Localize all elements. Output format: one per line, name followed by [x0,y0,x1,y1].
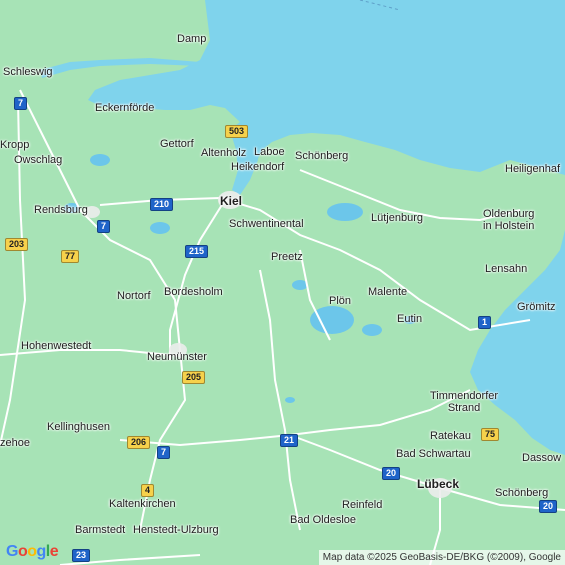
place-label[interactable]: zehoe [0,437,30,449]
place-label[interactable]: Grömitz [517,301,556,313]
road-shield: 21 [280,434,299,447]
place-label[interactable]: Heiligenhaf [505,163,560,175]
logo-letter: G [6,543,18,560]
road-shield: 205 [182,371,206,384]
place-label[interactable]: Heikendorf [231,161,284,173]
place-label[interactable]: Gettorf [160,138,194,150]
place-label[interactable]: Schönberg [495,487,548,499]
place-label[interactable]: Eutin [397,313,422,325]
place-label[interactable]: Bad Oldesloe [290,514,356,526]
place-label[interactable]: Lensahn [485,263,527,275]
place-label[interactable]: Preetz [271,251,303,263]
place-label[interactable]: Owschlag [14,154,62,166]
google-logo[interactable]: Google [6,543,59,561]
logo-letter: o [27,543,37,560]
place-label[interactable]: Nortorf [117,290,151,302]
road-shield: 503 [225,125,249,138]
place-label[interactable]: Hohenwestedt [21,340,91,352]
road-shield: 77 [61,250,80,263]
road-shield: 215 [185,245,209,258]
place-label[interactable]: Schleswig [3,66,53,78]
road-shield: 210 [150,198,174,211]
map-attribution[interactable]: Map data ©2025 GeoBasis-DE/BKG (©2009), … [318,550,565,565]
road-shield: 23 [72,549,91,562]
road-shield: 7 [97,220,111,233]
place-label[interactable]: Reinfeld [342,499,382,511]
road-shield: 20 [382,467,401,480]
place-label[interactable]: Plön [329,295,351,307]
place-label[interactable]: Lütjenburg [371,212,423,224]
place-label[interactable]: Damp [177,33,206,45]
place-label[interactable]: Schwentinental [229,218,304,230]
road-shield: 20 [539,500,558,513]
logo-letter: g [36,543,47,560]
place-label[interactable]: Laboe [254,146,285,158]
place-label[interactable]: Oldenburg in Holstein [483,208,534,232]
place-label[interactable]: Lübeck [417,478,459,490]
place-label[interactable]: Bordesholm [164,286,223,298]
place-label[interactable]: Kaltenkirchen [109,498,176,510]
place-label[interactable]: Malente [368,286,407,298]
logo-letter: o [17,543,28,560]
road-shield: 4 [141,484,155,497]
place-label[interactable]: Barmstedt [75,524,125,536]
place-label[interactable]: Timmendorfer Strand [430,390,498,414]
place-label[interactable]: Schönberg [295,150,348,162]
road-shield: 206 [127,436,151,449]
place-label[interactable]: Kiel [220,195,242,207]
place-label[interactable]: Bad Schwartau [396,448,471,460]
map-canvas[interactable] [0,0,565,565]
road-shield: 7 [157,446,171,459]
road-shield: 1 [478,316,492,329]
place-label[interactable]: Kellinghusen [47,421,110,433]
place-label[interactable]: Rendsburg [34,204,88,216]
road-shield: 7 [14,97,28,110]
logo-letter: e [49,543,59,560]
place-label[interactable]: Neumünster [147,351,207,363]
place-label[interactable]: Dassow [522,452,561,464]
place-label[interactable]: Ratekau [430,430,471,442]
place-label[interactable]: Henstedt-Ulzburg [133,524,219,536]
place-label[interactable]: Eckernförde [95,102,154,114]
place-label[interactable]: Kropp [0,139,29,151]
place-label[interactable]: Altenholz [201,147,246,159]
road-shield: 75 [481,428,500,441]
road-shield: 203 [5,238,29,251]
